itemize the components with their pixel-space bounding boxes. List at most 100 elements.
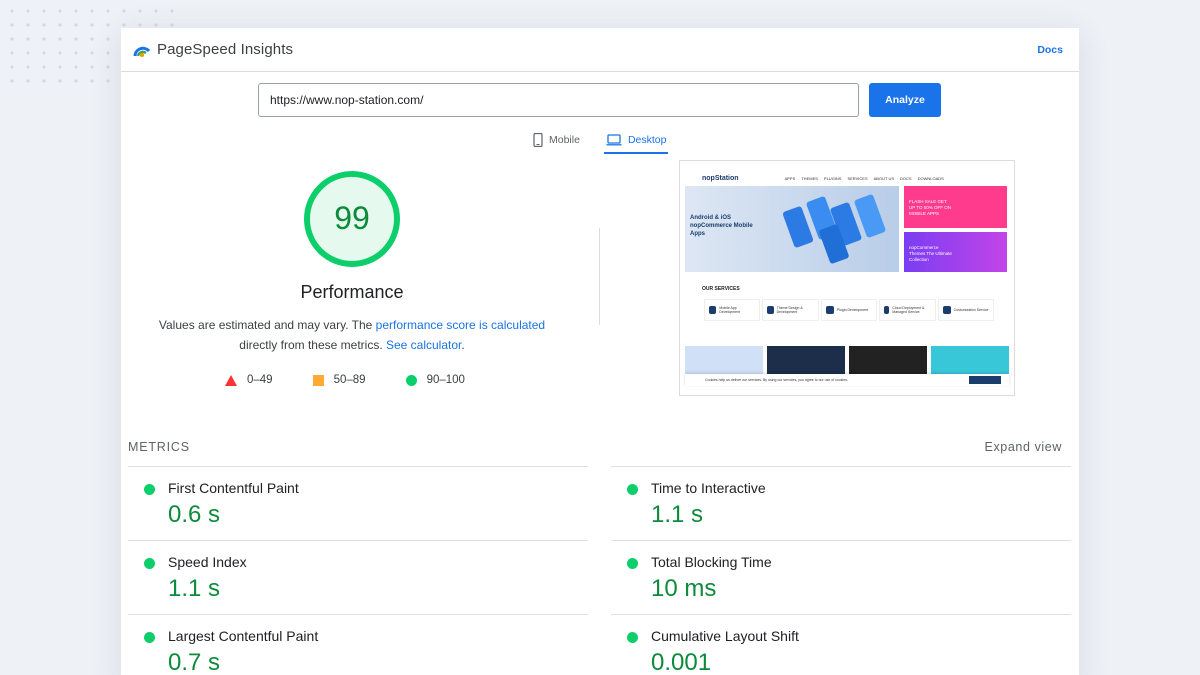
screenshot-cookie-bar: Cookies help us deliver our services. By…	[685, 374, 1009, 386]
desc-middle: directly from these metrics.	[239, 338, 386, 352]
screenshot-service: Mobile App Development	[704, 299, 761, 321]
analyze-button[interactable]: Analyze	[869, 83, 941, 117]
performance-score: 99	[334, 200, 370, 236]
triangle-icon	[225, 374, 237, 386]
tab-mobile[interactable]: Mobile	[531, 128, 582, 154]
metric-cumulative-layout-shift: Cumulative Layout Shift 0.001	[611, 614, 1071, 675]
pagespeed-window: PageSpeed Insights Docs Analyze Mobile D…	[121, 28, 1079, 675]
metric-value: 1.1 s	[168, 575, 221, 602]
metric-name: Largest Contentful Paint	[168, 628, 319, 644]
screenshot-service-label: Plugin Development	[836, 308, 869, 312]
screenshot-card	[767, 346, 845, 374]
phone-icon	[533, 133, 543, 147]
url-input[interactable]	[258, 83, 859, 117]
metric-total-blocking-time: Total Blocking Time 10 ms	[611, 540, 1071, 614]
legend-fail-label: 0–49	[247, 374, 273, 386]
metric-value: 0.6 s	[168, 501, 221, 528]
screenshot-service: Cloud Deployment & Managed Service	[879, 299, 936, 321]
top-bar: PageSpeed Insights Docs	[121, 28, 1079, 72]
screenshot-card	[685, 346, 763, 374]
screenshot-service-label: Cloud Deployment & Managed Service	[892, 306, 925, 314]
tab-mobile-label: Mobile	[549, 134, 580, 146]
legend-pass: 90–100	[405, 374, 465, 386]
vertical-divider	[599, 228, 600, 325]
service-icon	[825, 306, 834, 314]
screenshot-nav-item: ABOUT US	[873, 175, 894, 181]
screenshot-nav-item: SERVICES	[847, 175, 868, 181]
tab-desktop-label: Desktop	[627, 134, 667, 146]
metric-name: Speed Index	[168, 554, 247, 570]
screenshot-hero-text: Android & iOS nopCommerce Mobile Apps	[690, 215, 753, 237]
laptop-icon	[606, 134, 622, 146]
performance-description: Values are estimated and may vary. The p…	[121, 315, 583, 355]
service-icon	[884, 306, 890, 314]
screenshot-card	[931, 346, 1009, 374]
metric-name: Time to Interactive	[651, 480, 766, 496]
screenshot-flash-sale-text: FLASH SALE GET UP TO 50% OFF ON MOBILE A…	[909, 199, 952, 216]
metric-time-to-interactive: Time to Interactive 1.1 s	[611, 466, 1071, 540]
screenshot-card	[849, 346, 927, 374]
see-calculator-link[interactable]: See calculator	[386, 338, 461, 352]
screenshot-service-label: Theme Design & Development	[776, 306, 803, 314]
metric-value: 0.001	[651, 649, 712, 675]
metric-first-contentful-paint: First Contentful Paint 0.6 s	[128, 466, 588, 540]
metric-largest-contentful-paint: Largest Contentful Paint 0.7 s	[128, 614, 588, 675]
docs-link[interactable]: Docs	[1037, 44, 1063, 56]
brand[interactable]: PageSpeed Insights	[133, 41, 293, 58]
screenshot-nav-item: DOCS	[900, 175, 912, 181]
metric-speed-index: Speed Index 1.1 s	[128, 540, 588, 614]
screenshot-logo: nopStation	[702, 174, 739, 182]
screenshot-cookie-text: Cookies help us deliver our services. By…	[705, 378, 848, 382]
pagespeed-logo-icon	[133, 46, 151, 57]
legend-pass-label: 90–100	[426, 374, 465, 386]
metric-name: Cumulative Layout Shift	[651, 628, 799, 644]
screenshot-nav-item: APPS	[784, 175, 796, 181]
desc-suffix: .	[461, 338, 465, 352]
pass-circle-icon	[627, 632, 638, 643]
pass-circle-icon	[627, 558, 638, 569]
screenshot-themes-text: nopCommerce Themes The Ultimate Collecti…	[909, 245, 952, 262]
screenshot-services-title: OUR SERVICES	[702, 286, 740, 292]
tab-desktop[interactable]: Desktop	[603, 128, 669, 154]
service-icon	[709, 306, 717, 314]
metric-value: 10 ms	[651, 575, 717, 602]
page-screenshot: nopStation APPS THEMES PLUGINS SERVICES …	[679, 160, 1015, 396]
screenshot-nav-item: DOWNLOADS	[917, 175, 944, 181]
pass-circle-icon	[627, 484, 638, 495]
metrics-header: METRICS Expand view	[128, 440, 1062, 454]
screenshot-nav-item: THEMES	[801, 175, 818, 181]
metrics-grid: First Contentful Paint 0.6 s Time to Int…	[128, 466, 1072, 675]
metric-value: 0.7 s	[168, 649, 221, 675]
device-tabs: Mobile Desktop	[531, 128, 669, 154]
legend-average: 50–89	[312, 374, 366, 386]
screenshot-service-label: Mobile App Development	[719, 306, 741, 314]
desc-prefix: Values are estimated and may vary. The	[158, 318, 376, 332]
url-row: Analyze	[258, 83, 941, 117]
screenshot-nav-item: PLUGINS	[823, 175, 842, 181]
service-icon	[942, 306, 951, 314]
screenshot-cards	[685, 346, 1009, 374]
screenshot-themes-banner: nopCommerce Themes The Ultimate Collecti…	[904, 232, 1007, 272]
screenshot-service: Plugin Development	[820, 299, 878, 321]
screenshot-services: Mobile App Development Theme Design & De…	[704, 299, 995, 321]
screenshot-flash-sale: FLASH SALE GET UP TO 50% OFF ON MOBILE A…	[904, 186, 1007, 228]
score-legend: 0–49 50–89 90–100	[225, 374, 465, 386]
metrics-label: METRICS	[128, 440, 190, 454]
circle-icon	[405, 374, 417, 386]
pass-circle-icon	[144, 484, 155, 495]
legend-fail: 0–49	[225, 374, 273, 386]
score-calculated-link[interactable]: performance score is calculated	[376, 318, 545, 332]
service-icon	[767, 306, 774, 314]
square-icon	[312, 374, 324, 386]
screenshot-service: Theme Design & Development	[762, 299, 819, 321]
phones-illustration-icon	[782, 194, 886, 264]
legend-average-label: 50–89	[333, 374, 366, 386]
performance-title: Performance	[300, 282, 404, 302]
expand-view-button[interactable]: Expand view	[985, 440, 1062, 454]
screenshot-service: Customization Service	[937, 299, 995, 321]
screenshot-cookie-button	[969, 376, 1001, 384]
app-title: PageSpeed Insights	[157, 41, 294, 58]
screenshot-hero: Android & iOS nopCommerce Mobile Apps	[685, 186, 899, 272]
metric-name: Total Blocking Time	[651, 554, 772, 570]
pass-circle-icon	[144, 632, 155, 643]
